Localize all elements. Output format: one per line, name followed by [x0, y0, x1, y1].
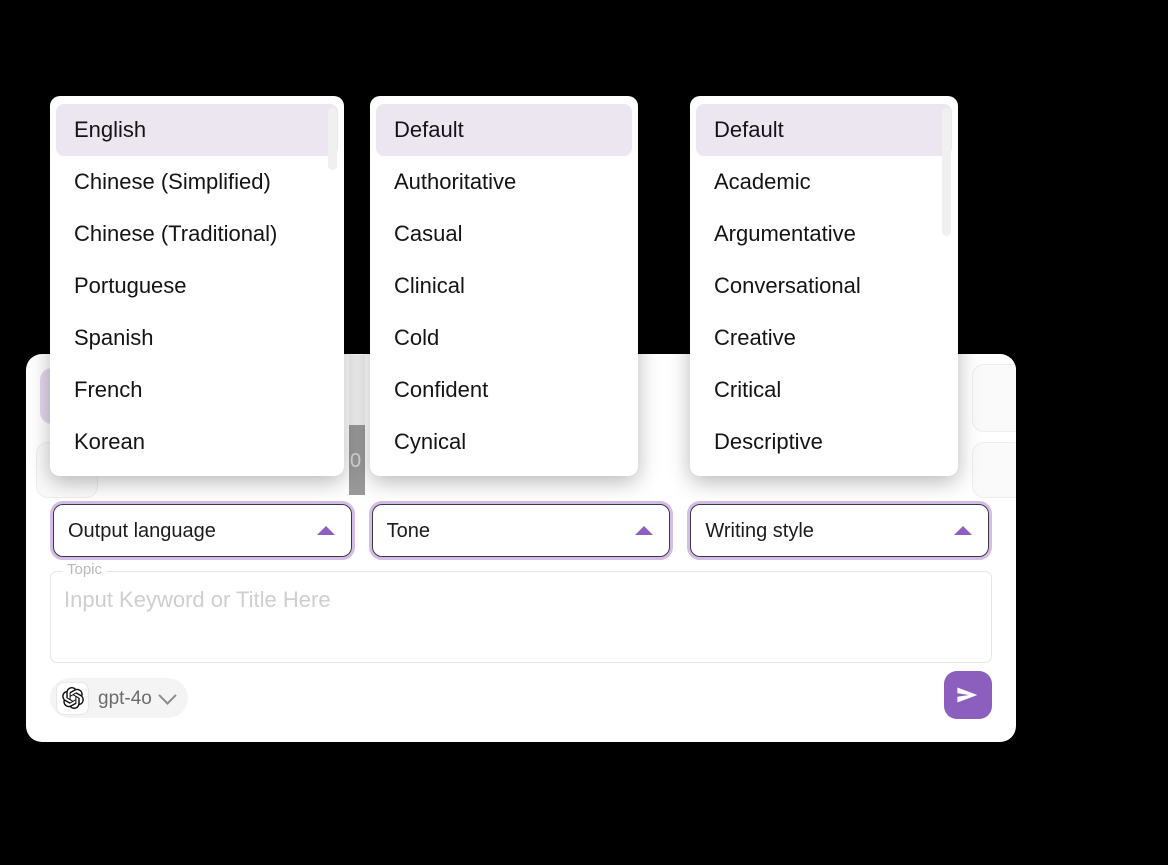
menu-item-label: Argumentative [714, 221, 856, 246]
chevron-down-icon[interactable] [158, 685, 177, 705]
menu-item[interactable]: Academic [696, 156, 952, 208]
menu-item-label: Academic [714, 169, 811, 194]
menu-item-label: Critical [714, 377, 782, 402]
select-writing-style-label: Writing style [705, 520, 814, 541]
topic-label: Topic [63, 562, 107, 577]
menu-item[interactable]: Default [376, 104, 632, 156]
menu-item-label: Confident [394, 377, 489, 402]
dropdown-writing-style-list[interactable]: Default Academic Argumentative Conversat… [690, 104, 958, 476]
send-button[interactable] [944, 671, 992, 719]
menu-item[interactable]: Chinese (Traditional) [56, 208, 338, 260]
controls-row: Output language Tone Writing style [50, 501, 993, 560]
dropdown-scrollbar-thumb[interactable] [942, 108, 951, 236]
menu-item-label: Chinese (Traditional) [74, 221, 278, 246]
model-name-label: gpt-4o [98, 687, 152, 709]
select-output-language[interactable]: Output language [50, 501, 355, 560]
menu-item-label: Conversational [714, 273, 861, 298]
menu-item-label: Clinical [394, 273, 465, 298]
menu-item[interactable]: Authoritative [376, 156, 632, 208]
menu-item[interactable]: Emotional [376, 468, 632, 476]
menu-item-label: Cynical [394, 429, 467, 454]
caret-up-icon[interactable] [954, 526, 973, 535]
topic-placeholder: Input Keyword or Title Here [64, 587, 331, 612]
menu-item-label: Default [714, 117, 784, 142]
dropdown-output-language-list[interactable]: English Chinese (Simplified) Chinese (Tr… [50, 104, 344, 476]
menu-item-label: Creative [714, 325, 796, 350]
dropdown-output-language[interactable]: English Chinese (Simplified) Chinese (Tr… [50, 96, 344, 476]
composer-bottom-bar: gpt-4o [50, 671, 992, 724]
send-icon [957, 687, 978, 703]
menu-item[interactable]: Clinical [376, 260, 632, 312]
menu-item-label: French [74, 377, 143, 402]
select-tone[interactable]: Tone [368, 501, 674, 560]
screen: 0 Output language Tone Writing style Top… [0, 0, 1168, 865]
menu-item[interactable]: Casual [376, 208, 632, 260]
menu-item[interactable]: Cold [376, 312, 632, 364]
menu-item[interactable]: Conversational [696, 260, 952, 312]
openai-logo-icon [56, 681, 89, 715]
menu-item[interactable]: Chinese (Simplified) [56, 156, 338, 208]
page-scrollbar-fragment-text: 0 [350, 450, 362, 472]
menu-item[interactable]: Argumentative [696, 208, 952, 260]
menu-item-label: Cold [394, 325, 440, 350]
menu-item[interactable]: Epigrammatic [696, 468, 952, 476]
menu-item[interactable]: Creative [696, 312, 952, 364]
menu-item-label: English [74, 117, 147, 142]
dropdown-writing-style[interactable]: Default Academic Argumentative Conversat… [690, 96, 958, 476]
caret-up-icon[interactable] [316, 526, 335, 535]
dropdown-scrollbar-thumb[interactable] [328, 108, 337, 170]
menu-item-label: Authoritative [394, 169, 517, 194]
menu-item-label: Spanish [74, 325, 154, 350]
menu-item[interactable]: Korean [56, 416, 338, 468]
menu-item-label: Descriptive [714, 429, 823, 454]
menu-item[interactable]: English [56, 104, 338, 156]
menu-item[interactable]: Vietnamese [56, 468, 338, 476]
select-tone-label: Tone [386, 520, 431, 541]
menu-item[interactable]: Default [696, 104, 952, 156]
menu-item[interactable]: Critical [696, 364, 952, 416]
occluded-chip-right [972, 364, 1016, 432]
menu-item[interactable]: Descriptive [696, 416, 952, 468]
menu-item-label: Default [394, 117, 464, 142]
menu-item[interactable]: Cynical [376, 416, 632, 468]
select-writing-style[interactable]: Writing style [687, 501, 993, 560]
menu-item[interactable]: French [56, 364, 338, 416]
occluded-field-right [972, 442, 1016, 498]
model-selector[interactable]: gpt-4o [50, 678, 188, 718]
menu-item-label: Portuguese [74, 273, 187, 298]
dropdown-tone-list[interactable]: Default Authoritative Casual Clinical Co… [370, 104, 638, 476]
page-scrollbar[interactable]: 0 [349, 355, 365, 495]
select-output-language-inner[interactable]: Output language [53, 504, 352, 557]
topic-input[interactable]: Topic Input Keyword or Title Here [50, 562, 992, 663]
menu-item-label: Korean [74, 429, 145, 454]
caret-up-icon[interactable] [635, 526, 654, 535]
select-writing-style-inner[interactable]: Writing style [690, 504, 990, 557]
dropdown-tone[interactable]: Default Authoritative Casual Clinical Co… [370, 96, 638, 476]
select-tone-inner[interactable]: Tone [371, 504, 671, 557]
menu-item[interactable]: Spanish [56, 312, 338, 364]
select-output-language-label: Output language [68, 520, 216, 541]
menu-item[interactable]: Confident [376, 364, 632, 416]
menu-item-label: Casual [394, 221, 463, 246]
menu-item[interactable]: Portuguese [56, 260, 338, 312]
menu-item-label: Chinese (Simplified) [74, 169, 271, 194]
